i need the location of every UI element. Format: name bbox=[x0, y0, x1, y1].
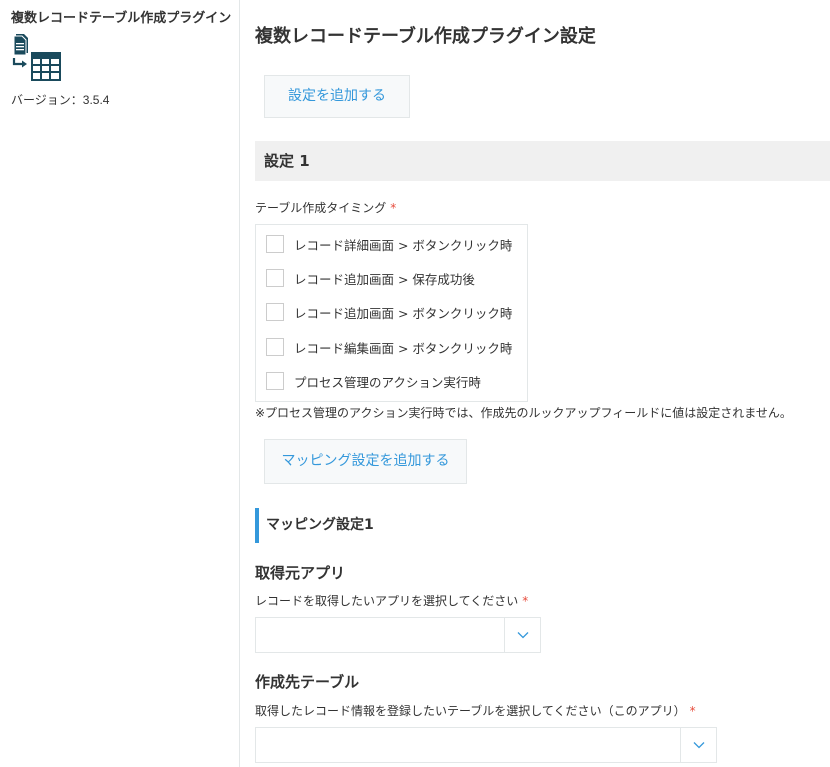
chevron-down-icon bbox=[517, 632, 528, 639]
source-app-select[interactable] bbox=[255, 617, 541, 653]
checkbox[interactable] bbox=[266, 235, 284, 253]
process-action-note: ※プロセス管理のアクション実行時では、作成先のルックアップフィールドに値は設定さ… bbox=[255, 406, 792, 420]
setting-section-header: 設定 1 bbox=[255, 141, 830, 181]
target-table-label-text: 取得したレコード情報を登録したいテーブルを選択してください（このアプリ） bbox=[255, 704, 686, 718]
checkbox[interactable] bbox=[266, 372, 284, 390]
target-table-label: 取得したレコード情報を登録したいテーブルを選択してください（このアプリ） * bbox=[255, 702, 696, 719]
timing-label-text: テーブル作成タイミング bbox=[255, 201, 387, 215]
checkbox[interactable] bbox=[266, 338, 284, 356]
timing-option-detail-button[interactable]: レコード詳細画面 > ボタンクリック時 bbox=[266, 234, 512, 254]
checkbox-label: レコード編集画面 > ボタンクリック時 bbox=[294, 340, 513, 356]
timing-checkbox-group: レコード詳細画面 > ボタンクリック時 レコード追加画面 > 保存成功後 レコー… bbox=[255, 224, 528, 402]
version-info: バージョン：3.5.4 bbox=[11, 91, 109, 108]
checkbox-label: レコード追加画面 > ボタンクリック時 bbox=[294, 305, 513, 321]
timing-option-create-button[interactable]: レコード追加画面 > ボタンクリック時 bbox=[266, 302, 512, 322]
checkbox-label: レコード詳細画面 > ボタンクリック時 bbox=[294, 237, 513, 253]
required-mark: * bbox=[390, 201, 397, 215]
source-app-title: 取得元アプリ bbox=[255, 564, 346, 582]
timing-option-create-save[interactable]: レコード追加画面 > 保存成功後 bbox=[266, 268, 475, 288]
checkbox[interactable] bbox=[266, 303, 284, 321]
add-mapping-button[interactable]: マッピング設定を追加する bbox=[264, 439, 467, 484]
dropdown-toggle[interactable] bbox=[680, 728, 716, 762]
required-mark: * bbox=[689, 704, 696, 718]
page-title: 複数レコードテーブル作成プラグイン設定 bbox=[255, 26, 596, 47]
required-mark: * bbox=[522, 594, 529, 608]
checkbox-label: レコード追加画面 > 保存成功後 bbox=[294, 271, 475, 287]
main-content: 複数レコードテーブル作成プラグイン設定 設定を追加する 設定 1 テーブル作成タ… bbox=[240, 0, 830, 767]
timing-option-edit-button[interactable]: レコード編集画面 > ボタンクリック時 bbox=[266, 337, 512, 357]
source-app-label-text: レコードを取得したいアプリを選択してください bbox=[255, 594, 519, 608]
document-to-table-icon bbox=[12, 34, 61, 81]
version-number: 3.5.4 bbox=[82, 93, 110, 107]
timing-label: テーブル作成タイミング * bbox=[255, 199, 396, 216]
plugin-name: 複数レコードテーブル作成プラグイン bbox=[11, 11, 232, 26]
sidebar: 複数レコードテーブル作成プラグイン バージョン：3.5.4 bbox=[0, 0, 240, 767]
target-table-select[interactable] bbox=[255, 727, 717, 763]
target-table-title: 作成先テーブル bbox=[255, 673, 360, 691]
version-label: バージョン： bbox=[11, 93, 83, 107]
chevron-down-icon bbox=[693, 742, 704, 749]
source-app-label: レコードを取得したいアプリを選択してください * bbox=[255, 592, 528, 609]
dropdown-toggle[interactable] bbox=[504, 618, 540, 652]
timing-option-process-action[interactable]: プロセス管理のアクション実行時 bbox=[266, 371, 481, 391]
mapping-section-header: マッピング設定1 bbox=[255, 508, 374, 543]
checkbox[interactable] bbox=[266, 269, 284, 287]
add-setting-button[interactable]: 設定を追加する bbox=[264, 75, 410, 118]
checkbox-label: プロセス管理のアクション実行時 bbox=[294, 374, 481, 390]
